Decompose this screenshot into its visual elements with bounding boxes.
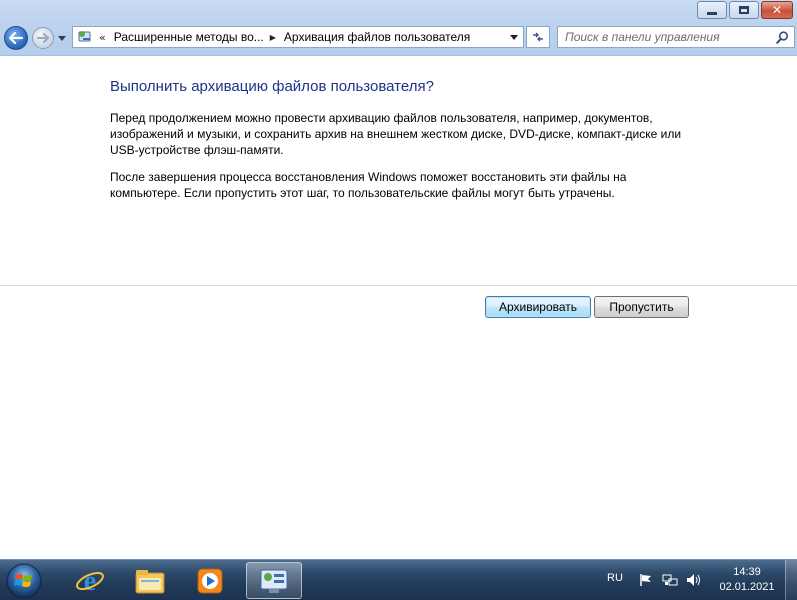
breadcrumb-arrow-icon[interactable]: ▶ [270, 33, 276, 42]
search-box[interactable] [557, 26, 795, 48]
media-player-icon [197, 568, 223, 593]
skip-button[interactable]: Пропустить [594, 296, 689, 318]
window-controls: ✕ [697, 1, 793, 19]
start-button[interactable] [4, 562, 44, 599]
clock[interactable]: 14:39 02.01.2021 [714, 565, 780, 595]
control-panel-icon [260, 569, 288, 593]
refresh-button[interactable] [526, 26, 550, 48]
address-bar[interactable]: « Расширенные методы во... ▶ Архивация ф… [72, 26, 524, 48]
search-input[interactable] [565, 30, 775, 44]
close-button[interactable]: ✕ [761, 1, 793, 19]
divider [0, 285, 797, 286]
restore-icon [739, 6, 749, 14]
breadcrumb-item[interactable]: Расширенные методы во... [114, 30, 264, 44]
recent-pages-dropdown[interactable] [57, 33, 67, 43]
chevron-down-icon [510, 34, 518, 40]
action-center-flag-icon[interactable] [638, 572, 654, 588]
windows-start-icon [6, 563, 42, 598]
forward-button[interactable] [32, 27, 54, 49]
volume-icon[interactable] [686, 572, 702, 588]
back-button[interactable] [4, 26, 28, 50]
breadcrumb-overflow[interactable]: « [99, 31, 106, 44]
chevron-down-icon [58, 35, 66, 41]
windows-explorer-icon [135, 569, 165, 593]
close-icon: ✕ [771, 3, 783, 17]
breadcrumb-item-current[interactable]: Архивация файлов пользователя [284, 30, 470, 44]
taskbar-control-panel[interactable] [246, 562, 302, 599]
taskbar-internet-explorer[interactable]: e [62, 562, 118, 599]
forward-arrow-icon [37, 33, 49, 43]
network-icon[interactable] [662, 572, 678, 588]
control-panel-icon [77, 29, 93, 45]
warning-paragraph: После завершения процесса восстановления… [110, 170, 627, 200]
language-indicator[interactable]: RU [607, 572, 623, 584]
minimize-button[interactable] [697, 1, 727, 19]
description-paragraph: Перед продолжением можно провести архива… [110, 111, 682, 157]
page-title: Выполнить архивацию файлов пользователя? [110, 78, 434, 95]
minimize-icon [707, 11, 717, 15]
taskbar-windows-explorer[interactable] [122, 562, 178, 599]
taskbar-media-player[interactable] [182, 562, 238, 599]
clock-time: 14:39 [733, 566, 761, 578]
back-arrow-icon [9, 32, 23, 44]
window-chrome: ✕ « Расширенные методы во... ▶ Архивация… [0, 0, 797, 56]
internet-explorer-icon: e [76, 566, 104, 596]
maximize-button[interactable] [729, 1, 759, 19]
clock-date: 02.01.2021 [719, 581, 775, 593]
archive-button[interactable]: Архивировать [485, 296, 591, 318]
refresh-icon [533, 32, 543, 42]
search-icon[interactable] [776, 30, 789, 44]
address-dropdown[interactable] [505, 34, 523, 40]
show-desktop-button[interactable] [785, 560, 797, 600]
svg-text:e: e [84, 566, 96, 596]
taskbar: e RU 14:39 02.01.2021 [0, 559, 797, 600]
